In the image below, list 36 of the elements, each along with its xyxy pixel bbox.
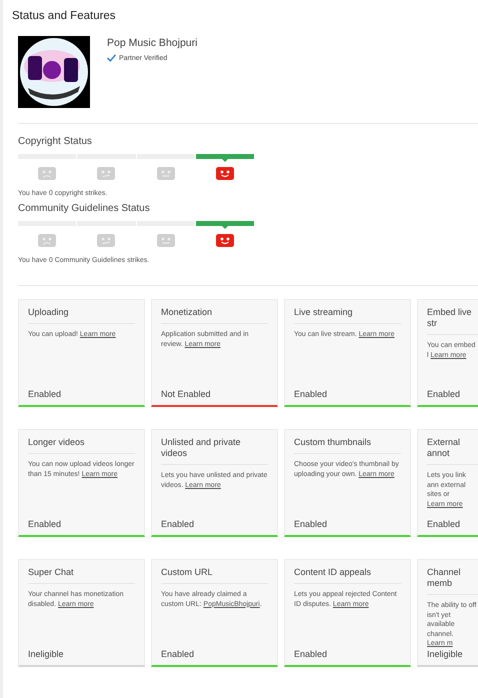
card-title: Custom URL — [161, 567, 214, 578]
card-title: Custom thumbnails — [294, 437, 372, 448]
face-icon — [216, 167, 234, 180]
status-label: Ineligible — [427, 649, 464, 659]
card-title: Longer videos — [28, 437, 86, 448]
card-title: Channel memb — [427, 567, 462, 589]
status-label: Ineligible — [28, 649, 65, 659]
status-label: Enabled — [294, 519, 328, 529]
status-label: Enabled — [161, 519, 196, 529]
card-title: Content ID appeals — [294, 567, 372, 578]
card-title: Unlisted and private videos — [161, 437, 242, 459]
card-title: Live streaming — [294, 307, 354, 318]
face-icon — [156, 234, 175, 247]
face-icon — [38, 167, 56, 180]
face-icon — [38, 234, 56, 247]
card-title: Uploading — [28, 307, 70, 318]
channel-name: Pop Music Bhojpuri — [107, 37, 198, 49]
status-label: Enabled — [161, 649, 196, 659]
face-icon — [216, 234, 234, 247]
card-title: Embed live str — [427, 307, 473, 329]
status-label: Enabled — [427, 519, 462, 529]
face-icon — [156, 167, 175, 180]
status-label: Not Enabled — [161, 389, 212, 399]
status-label: Enabled — [28, 389, 62, 399]
status-heading: Community Guidelines Status — [18, 203, 151, 214]
section-title: Status and Features — [12, 10, 117, 22]
card-title: Super Chat — [28, 567, 75, 578]
status-label: Enabled — [28, 519, 62, 529]
status-label: Enabled — [294, 649, 328, 659]
status-heading: Copyright Status — [18, 136, 93, 147]
card-title: External annot — [427, 437, 462, 459]
face-icon — [97, 167, 116, 180]
face-icon — [97, 234, 116, 247]
card-title: Monetization — [161, 307, 214, 318]
status-label: Enabled — [294, 389, 328, 399]
status-label: Enabled — [427, 389, 462, 399]
